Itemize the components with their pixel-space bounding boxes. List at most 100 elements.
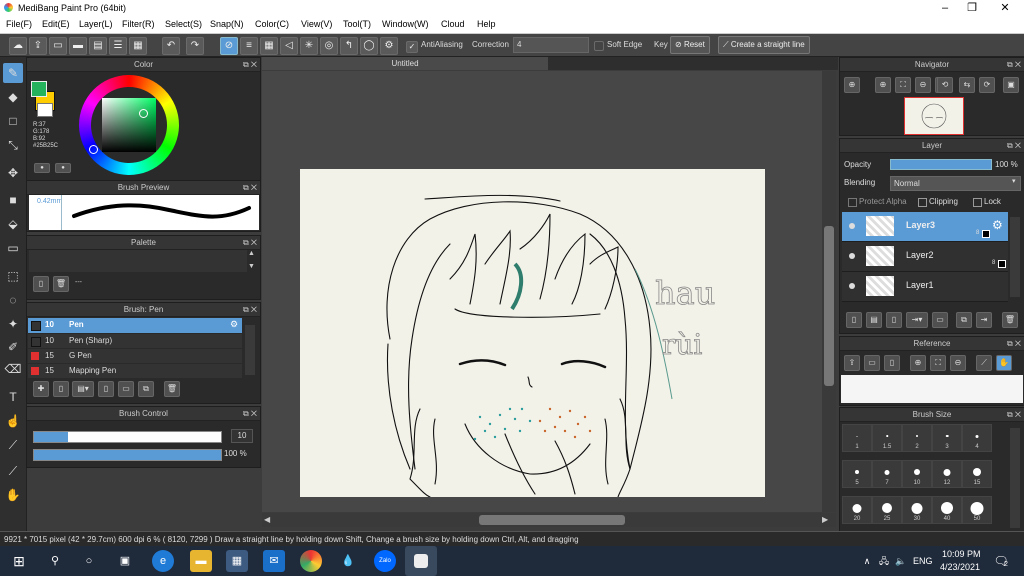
hue-handle[interactable] [89,145,98,154]
hand-tool-icon[interactable]: ✋ [3,485,23,505]
brush-delete-icon[interactable]: 🗑 [164,381,180,397]
brush-size-option[interactable]: 15 [962,460,992,488]
add-color-button[interactable]: ● [55,163,71,173]
layer-row[interactable]: Layer1 [842,272,1008,302]
scroll-left-icon[interactable]: ◀ [264,515,270,524]
brush-size-option[interactable]: 40 [932,496,962,524]
rotate-left-icon[interactable]: ⟲ [937,77,953,93]
brush-settings-icon[interactable]: ⚙ [230,319,238,330]
menu-edit[interactable]: Edit(E) [42,19,70,29]
new-palette-icon[interactable]: ▯ [33,276,49,292]
brush-size-option[interactable]: 4 [962,424,992,452]
grid-snap-icon[interactable]: ▦ [260,37,278,55]
visibility-icon[interactable] [849,253,855,259]
brush-size-scrollbar[interactable] [1010,428,1020,528]
clock-time[interactable]: 10:09 PM [942,549,981,559]
add-brush-icon[interactable]: ✚ [33,381,49,397]
line-tool-icon[interactable]: ⤡ [3,135,23,155]
menu-tool[interactable]: Tool(T) [343,19,371,29]
new-8bit-layer-icon[interactable]: ▯ [886,312,902,328]
hue-wheel[interactable] [79,75,179,175]
medibang-taskbar-button[interactable] [405,546,437,576]
clock-date[interactable]: 4/23/2021 [940,562,980,572]
straight-line-button[interactable]: ⟋ Create a straight line [718,36,810,54]
menu-color[interactable]: Color(C) [255,19,289,29]
list-icon[interactable]: ☰ [109,37,127,55]
brush-size-option[interactable]: 10 [902,460,932,488]
panel-controls-icon[interactable]: ⧉ ✕ [243,236,257,249]
menu-window[interactable]: Window(W) [382,19,429,29]
snap-off-icon[interactable]: ⊘ [220,37,238,55]
cloud-icon[interactable]: ☁ [9,37,27,55]
windows-start-icon[interactable]: ⊞ [8,550,30,572]
layer-settings-icon[interactable]: ⚙ [992,218,1003,232]
brush-size-option[interactable]: 30 [902,496,932,524]
blending-select[interactable]: Normal [890,176,1021,191]
share-icon[interactable]: ⇪ [29,37,47,55]
drawing-canvas[interactable]: hau rùi [300,169,765,498]
reset-view-icon[interactable]: ▣ [1003,77,1019,93]
menu-layer[interactable]: Layer(L) [79,19,113,29]
redo-icon[interactable]: ↷ [186,37,204,55]
language-indicator[interactable]: ENG [913,556,933,566]
transparent-color-swatch[interactable] [37,103,53,117]
menu-snap[interactable]: Snap(N) [210,19,244,29]
zoom-in-alt-icon[interactable]: ⊕ [875,77,891,93]
layer-add-menu-icon[interactable]: ⇥▾ [906,312,928,328]
delete-layer-icon[interactable]: 🗑 [1002,312,1018,328]
select-eraser-tool-icon[interactable]: ⌫ [3,359,23,379]
reference-file-icon[interactable]: ▯ [884,355,900,371]
menu-filter[interactable]: Filter(R) [122,19,155,29]
duplicate-layer-icon[interactable]: ⧉ [956,312,972,328]
menu-file[interactable]: File(F) [6,19,32,29]
settings-icon[interactable]: ⚙ [380,37,398,55]
zalo-icon[interactable]: Zalo [374,550,396,572]
eraser-tool-icon[interactable]: ◆ [3,87,23,107]
undo-icon[interactable]: ↶ [162,37,180,55]
visibility-icon[interactable] [849,223,855,229]
brush-size-option[interactable]: 1 [842,424,872,452]
brush-item[interactable]: 10 Pen ⚙ [28,318,242,333]
select-pen-tool-icon[interactable]: ✐ [3,337,23,357]
horizontal-scroll-thumb[interactable] [479,515,625,525]
brush-size-option[interactable]: 7 [872,460,902,488]
minimize-button[interactable]: – [930,1,960,16]
brush-copy-icon[interactable]: ▯ [98,381,114,397]
fit-icon[interactable]: ⛶ [895,77,911,93]
menu-view[interactable]: View(V) [301,19,332,29]
saturation-square[interactable] [102,98,156,152]
reference-hand-icon[interactable]: ✋ [996,355,1012,371]
flip-icon[interactable]: ⇆ [959,77,975,93]
reference-zoom-in-icon[interactable]: ⊕ [910,355,926,371]
close-button[interactable]: ✕ [990,1,1020,16]
mail-icon[interactable]: ✉ [263,550,285,572]
color-picker-handle[interactable] [139,109,148,118]
panel-controls-icon[interactable]: ⧉ ✕ [1007,139,1021,152]
panel-controls-icon[interactable]: ⧉ ✕ [1007,58,1021,71]
soft-edge-checkbox[interactable] [594,41,604,51]
lasso-tool-icon[interactable]: ◌ [3,290,23,310]
palette-swatches[interactable] [29,250,247,272]
layer-row[interactable]: Layer2 8 [842,242,1008,272]
chrome-icon[interactable] [300,550,322,572]
zoom-out-icon[interactable]: ⊖ [915,77,931,93]
fill-rect-tool-icon[interactable]: ■ [3,190,23,210]
clipping-checkbox[interactable] [918,198,927,207]
brush-size-option[interactable]: 20 [842,496,872,524]
scroll-up-icon[interactable]: ▲ [248,250,255,257]
scroll-down-icon[interactable]: ▼ [248,263,255,270]
notification-icon[interactable]: 🗨 [990,550,1012,572]
reference-fit-icon[interactable]: ⛶ [930,355,946,371]
radial-snap-icon[interactable]: ✳ [300,37,318,55]
cortana-icon[interactable]: ○ [78,550,100,572]
eyedropper-tool-icon[interactable]: ⟋ [3,461,23,481]
curve-snap-icon[interactable]: ↰ [340,37,358,55]
divide-tool-icon[interactable]: ⟋ [3,435,23,455]
search-icon[interactable]: ⚲ [44,550,66,572]
brush-size-option[interactable]: 2 [902,424,932,452]
menu-help[interactable]: Help [477,19,496,29]
store-icon[interactable]: ▦ [226,550,248,572]
visibility-icon[interactable] [849,283,855,289]
circle-snap-icon[interactable]: ◎ [320,37,338,55]
new-halftone-layer-icon[interactable]: ▤ [866,312,882,328]
